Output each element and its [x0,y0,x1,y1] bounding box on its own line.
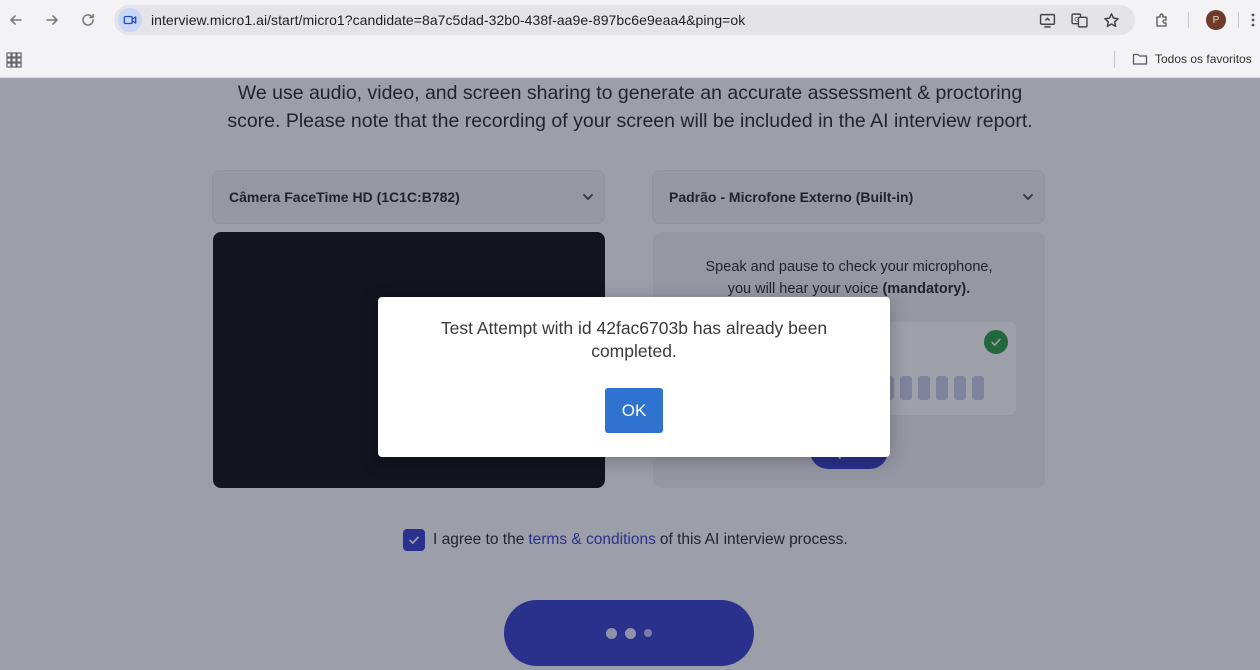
toolbar-divider [1238,12,1239,28]
forward-arrow-icon[interactable] [40,8,64,32]
address-bar[interactable]: interview.micro1.ai/start/micro1?candida… [114,5,1135,35]
url-text[interactable]: interview.micro1.ai/start/micro1?candida… [151,12,745,28]
browser-toolbar: interview.micro1.ai/start/micro1?candida… [0,0,1260,40]
profile-avatar[interactable]: P [1206,10,1226,30]
apps-grid-icon[interactable] [6,52,22,68]
alert-dialog: Test Attempt with id 42fac6703b has alre… [378,297,890,457]
folder-icon [1132,53,1148,65]
extensions-icon[interactable] [1153,11,1171,29]
ok-button[interactable]: OK [605,388,663,433]
all-bookmarks-folder[interactable]: Todos os favoritos [1132,51,1252,67]
bookmarks-folder-label[interactable]: Todos os favoritos [1155,52,1252,66]
back-arrow-icon[interactable] [4,8,28,32]
bookmarks-divider [1114,51,1115,68]
svg-text:G: G [1074,15,1079,23]
bookmarks-bar: Todos os favoritos [0,40,1260,78]
toolbar-divider [1188,12,1189,28]
dialog-message: Test Attempt with id 42fac6703b has alre… [440,318,828,361]
cast-icon[interactable] [1038,11,1056,29]
reload-icon[interactable] [76,8,100,32]
more-vert-icon[interactable] [1244,11,1260,29]
site-video-icon[interactable] [118,8,142,32]
star-icon[interactable] [1102,11,1120,29]
translate-icon[interactable]: G [1070,11,1088,29]
